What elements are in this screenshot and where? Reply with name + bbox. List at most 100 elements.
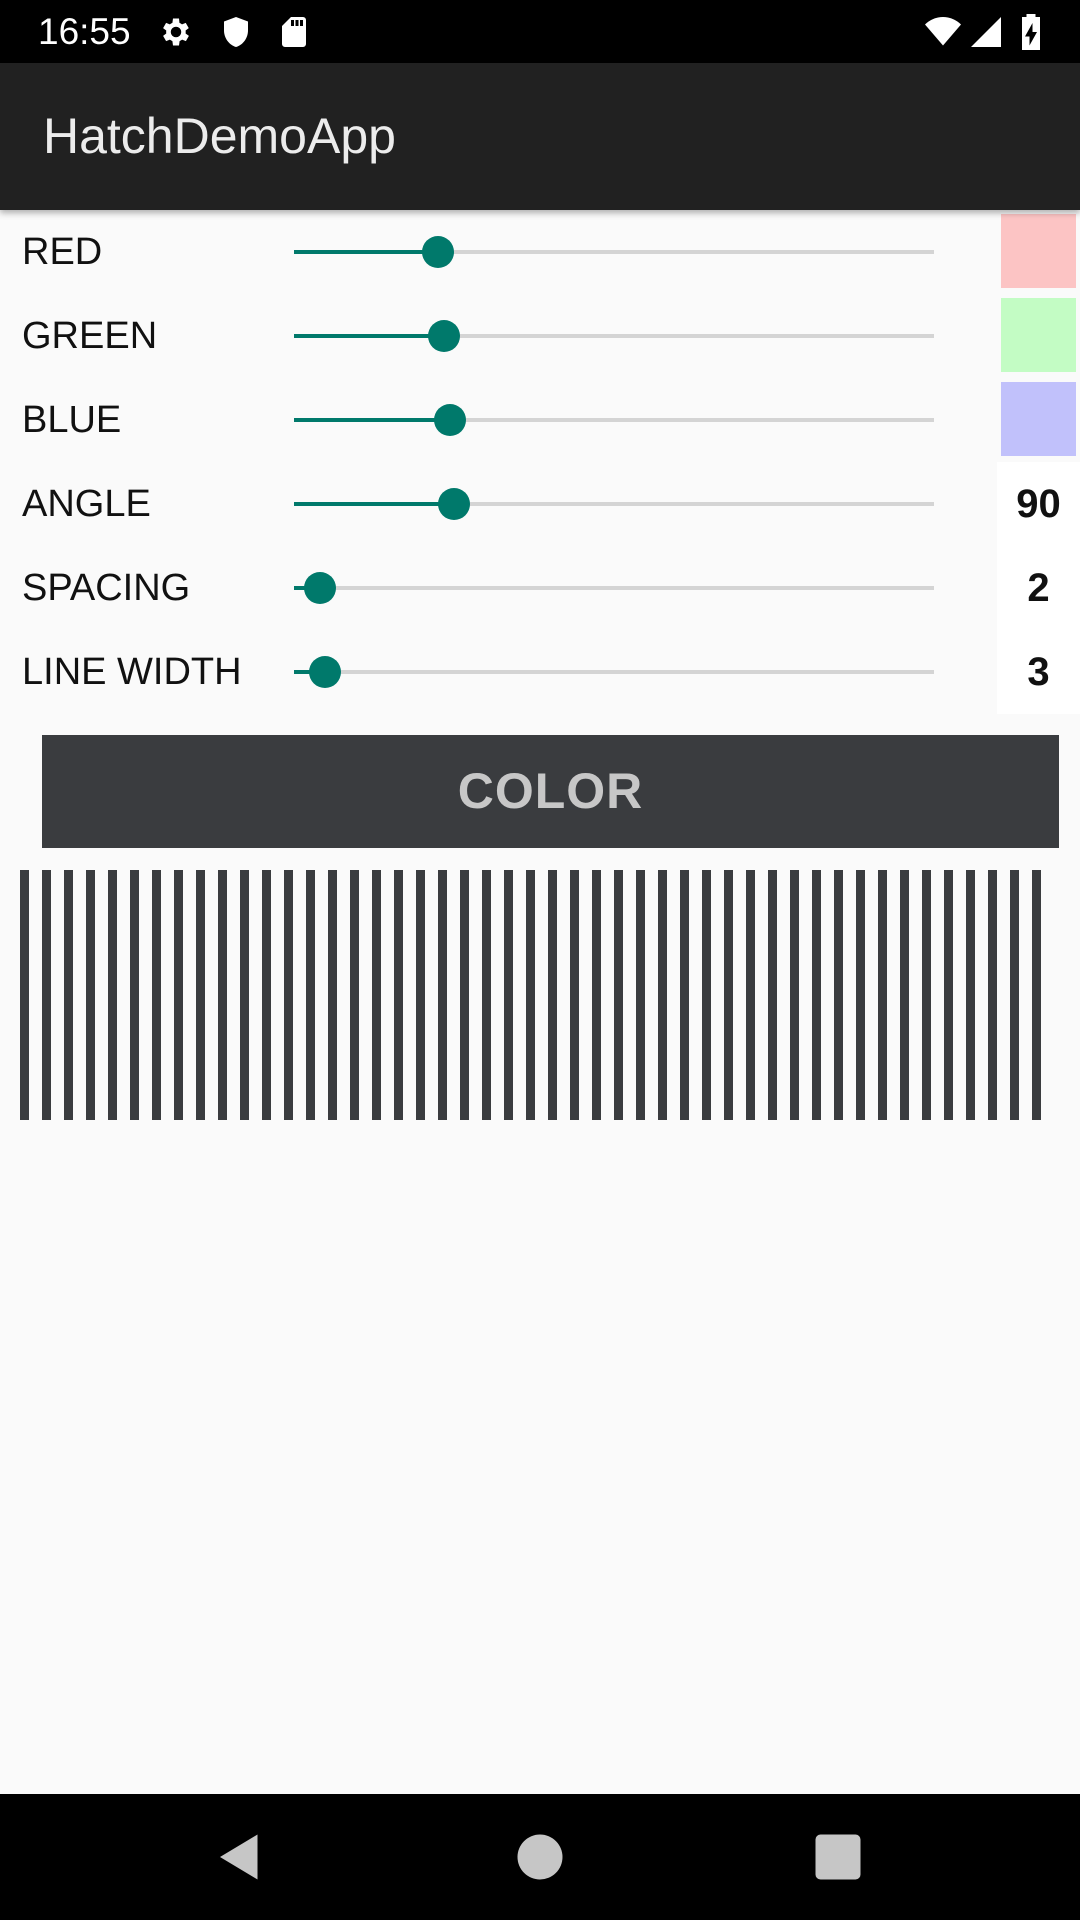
slider-fill bbox=[294, 418, 450, 422]
green-slider[interactable] bbox=[294, 316, 934, 356]
hatch-line bbox=[922, 870, 931, 1120]
hatch-line bbox=[570, 870, 579, 1120]
hatch-line bbox=[790, 870, 799, 1120]
hatch-line bbox=[438, 870, 447, 1120]
sd-card-icon bbox=[282, 17, 306, 47]
hatch-line bbox=[108, 870, 117, 1120]
row-green: GREEN bbox=[0, 294, 1080, 378]
red-label: RED bbox=[22, 231, 103, 273]
hatch-line bbox=[86, 870, 95, 1120]
green-label: GREEN bbox=[22, 315, 158, 357]
slider-thumb[interactable] bbox=[433, 404, 466, 436]
hatch-line bbox=[746, 870, 755, 1120]
hatch-line bbox=[394, 870, 403, 1120]
hatch-line bbox=[812, 870, 821, 1120]
angle-label: ANGLE bbox=[22, 483, 151, 525]
status-time: 16:55 bbox=[38, 11, 131, 52]
row-blue: BLUE bbox=[0, 378, 1080, 462]
hatch-line bbox=[372, 870, 381, 1120]
hatch-line bbox=[834, 870, 843, 1120]
hatch-line bbox=[768, 870, 777, 1120]
hatch-line bbox=[284, 870, 293, 1120]
slider-fill bbox=[294, 334, 445, 338]
hatch-line bbox=[174, 870, 183, 1120]
hatch-line bbox=[614, 870, 623, 1120]
hatch-line bbox=[878, 870, 887, 1120]
line-width-label: LINE WIDTH bbox=[22, 651, 242, 693]
hatch-line bbox=[988, 870, 997, 1120]
hatch-line bbox=[724, 870, 733, 1120]
red-slider[interactable] bbox=[294, 232, 934, 272]
hatch-line bbox=[262, 870, 271, 1120]
line-width-value-cell: 3 bbox=[997, 630, 1080, 714]
hatch-line bbox=[350, 870, 359, 1120]
hatch-line bbox=[460, 870, 469, 1120]
hatch-line bbox=[944, 870, 953, 1120]
signal-icon bbox=[971, 17, 1001, 47]
row-red: RED bbox=[0, 210, 1080, 294]
angle-value-cell: 90 bbox=[997, 462, 1080, 546]
row-line-width: LINE WIDTH 3 bbox=[0, 630, 1080, 714]
hatch-line bbox=[416, 870, 425, 1120]
hatch-line bbox=[482, 870, 491, 1120]
hatch-line bbox=[900, 870, 909, 1120]
back-icon[interactable] bbox=[210, 1827, 270, 1887]
hatch-line bbox=[130, 870, 139, 1120]
hatch-line bbox=[196, 870, 205, 1120]
slider-thumb[interactable] bbox=[438, 488, 470, 520]
hatch-line bbox=[240, 870, 249, 1120]
color-button[interactable]: COLOR bbox=[42, 735, 1059, 848]
blue-label: BLUE bbox=[22, 399, 122, 441]
hatch-line bbox=[1010, 870, 1019, 1120]
hatch-line bbox=[856, 870, 865, 1120]
spacing-value: 2 bbox=[1027, 566, 1050, 610]
slider-fill bbox=[294, 502, 454, 506]
hatch-preview bbox=[20, 870, 1041, 1120]
angle-value: 90 bbox=[1016, 482, 1061, 526]
hatch-line bbox=[548, 870, 557, 1120]
hatch-line bbox=[218, 870, 227, 1120]
slider-thumb[interactable] bbox=[303, 572, 336, 604]
hatch-line bbox=[20, 870, 29, 1120]
row-spacing: SPACING 2 bbox=[0, 546, 1080, 630]
spacing-label: SPACING bbox=[22, 567, 191, 609]
hatch-line bbox=[636, 870, 645, 1120]
slider-track bbox=[294, 670, 934, 674]
slider-fill bbox=[294, 250, 438, 254]
battery-charging-icon bbox=[1022, 14, 1040, 50]
angle-slider[interactable] bbox=[294, 484, 934, 524]
slider-thumb[interactable] bbox=[422, 236, 454, 268]
wifi-icon bbox=[925, 17, 961, 46]
blue-slider[interactable] bbox=[294, 400, 934, 440]
spacing-slider[interactable] bbox=[294, 568, 934, 608]
slider-track bbox=[294, 586, 934, 590]
navigation-bar bbox=[0, 1794, 1080, 1920]
blue-swatch bbox=[1001, 382, 1076, 456]
hatch-line bbox=[658, 870, 667, 1120]
red-swatch bbox=[1001, 214, 1076, 288]
row-angle: ANGLE 90 bbox=[0, 462, 1080, 546]
line-width-value: 3 bbox=[1027, 650, 1050, 694]
gear-icon bbox=[163, 18, 189, 46]
hatch-line bbox=[152, 870, 161, 1120]
shield-icon bbox=[224, 17, 248, 47]
hatch-line bbox=[64, 870, 73, 1120]
app-bar: HatchDemoApp bbox=[0, 63, 1080, 210]
spacing-value-cell: 2 bbox=[997, 546, 1080, 630]
hatch-line bbox=[526, 870, 535, 1120]
green-swatch bbox=[1001, 298, 1076, 372]
slider-thumb[interactable] bbox=[308, 656, 341, 688]
hatch-line bbox=[504, 870, 513, 1120]
line-width-slider[interactable] bbox=[294, 652, 934, 692]
hatch-line bbox=[1032, 870, 1041, 1120]
recents-icon[interactable] bbox=[808, 1827, 868, 1887]
status-bar: 16:55 bbox=[0, 0, 1080, 63]
slider-thumb[interactable] bbox=[428, 320, 461, 352]
home-icon[interactable] bbox=[510, 1827, 570, 1887]
hatch-line bbox=[42, 870, 51, 1120]
hatch-line bbox=[966, 870, 975, 1120]
hatch-line bbox=[306, 870, 315, 1120]
hatch-line bbox=[680, 870, 689, 1120]
hatch-line bbox=[592, 870, 601, 1120]
hatch-line bbox=[328, 870, 337, 1120]
